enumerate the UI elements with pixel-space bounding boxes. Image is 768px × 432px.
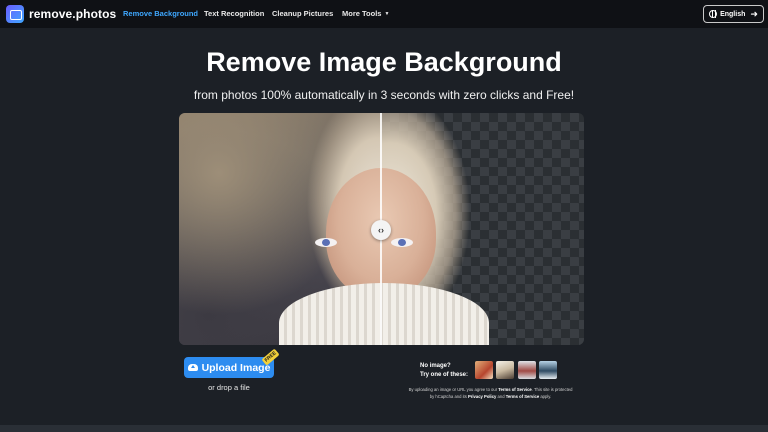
upload-button-label: Upload Image <box>201 361 271 374</box>
globe-icon <box>709 10 718 18</box>
sample-prompt-line2: Try one of these: <box>420 372 469 378</box>
caret-down-icon: ▼ <box>384 11 390 17</box>
footer-bar <box>0 425 768 432</box>
language-button[interactable]: English ➜ <box>703 5 764 23</box>
top-nav: remove.photos Remove Background Text Rec… <box>0 0 768 28</box>
terms-of-service-link-2[interactable]: Terms of Service <box>506 394 539 399</box>
right-eye <box>391 238 413 247</box>
language-label: English <box>720 10 746 18</box>
terms-and: and <box>497 394 505 399</box>
page-subtitle: from photos 100% automatically in 3 seco… <box>193 88 575 102</box>
nav-more-tools-label: More Tools <box>342 9 382 18</box>
brand-logo[interactable]: remove.photos <box>6 5 116 23</box>
terms-suffix: apply. <box>540 394 552 399</box>
upload-image-button[interactable]: Upload Image <box>184 357 274 378</box>
sample-prompt: No image? Try one of these: <box>420 362 468 380</box>
nav-text-recognition[interactable]: Text Recognition <box>204 9 264 18</box>
sample-thumbnail-1[interactable] <box>475 361 493 379</box>
arrow-right-icon: ➜ <box>750 8 758 19</box>
sample-thumbnail-3[interactable] <box>518 361 536 379</box>
terms-prefix: By uploading an image or URL you agree t… <box>408 387 498 392</box>
nav-more-tools[interactable]: More Tools ▼ <box>342 9 389 18</box>
logo-icon <box>6 5 24 23</box>
sample-prompt-line1: No image? <box>420 363 451 369</box>
left-eye <box>315 238 337 247</box>
sample-thumbnail-4[interactable] <box>539 361 557 379</box>
terms-notice: By uploading an image or URL you agree t… <box>408 386 573 400</box>
page-title: Remove Image Background <box>206 47 562 77</box>
chevrons-icon: ‹› <box>378 225 384 235</box>
sample-thumbnail-2[interactable] <box>496 361 514 379</box>
nav-remove-background[interactable]: Remove Background <box>123 9 198 18</box>
drop-file-hint: or drop a file <box>208 383 250 392</box>
nav-cleanup-pictures[interactable]: Cleanup Pictures <box>272 9 333 18</box>
terms-of-service-link[interactable]: Terms of Service <box>498 387 531 392</box>
compare-slider-handle[interactable]: ‹› <box>371 220 391 240</box>
cloud-upload-icon <box>187 364 198 371</box>
privacy-policy-link[interactable]: Privacy Policy <box>468 394 496 399</box>
before-after-image[interactable]: ‹› <box>179 113 584 345</box>
brand-name: remove.photos <box>29 7 117 21</box>
